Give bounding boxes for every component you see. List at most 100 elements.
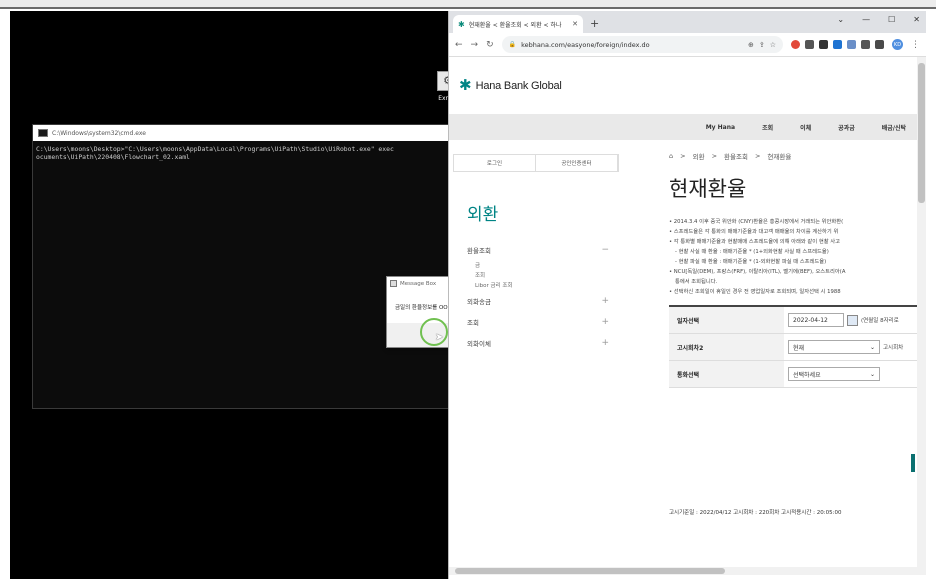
tab-current[interactable]: ✱ 현재환율 < 환율조회 < 외환 < 하나 ✕ bbox=[453, 15, 583, 33]
top-bar bbox=[0, 0, 936, 9]
nav-list: 환율조회 − 금 조회 Libor 금리 조회 외화송금 + 조회 + 외화이체 + bbox=[453, 239, 619, 353]
scroll-thumb[interactable] bbox=[918, 63, 925, 203]
hana-favicon-icon: ✱ bbox=[458, 19, 465, 29]
search-form: 일자선택 2022-04-12 (연월일 8자리로 고시회차2 현재 ⌄ 고시회차 bbox=[669, 305, 926, 388]
extension-icon[interactable] bbox=[791, 40, 800, 49]
extension-icon[interactable] bbox=[847, 40, 856, 49]
round-hint: 고시회차 bbox=[883, 345, 904, 351]
puzzle-icon[interactable] bbox=[861, 40, 870, 49]
extension-icon[interactable] bbox=[819, 40, 828, 49]
notice-item: - 현찰 사실 때 환율 : 매매기준율 * (1+외화현찰 사실 때 스프레드… bbox=[675, 249, 829, 255]
maximize-icon[interactable]: ☐ bbox=[888, 15, 895, 24]
profile-avatar[interactable]: KD bbox=[892, 39, 903, 50]
nav-item[interactable]: 조회 + bbox=[453, 311, 619, 332]
browser-window: ✱ 현재환율 < 환율조회 < 외환 < 하나 ✕ + ⌄ — ☐ ✕ ← → … bbox=[448, 11, 926, 579]
home-icon[interactable]: ⌂ bbox=[669, 152, 673, 160]
close-tab-icon[interactable]: ✕ bbox=[572, 20, 578, 28]
round-select[interactable]: 현재 ⌄ bbox=[788, 340, 880, 354]
notice-item: • 각 통화별 매매기준율과 현찰매매 스프레드율에 의해 아래와 같이 현찰 … bbox=[669, 239, 841, 245]
login-tab[interactable]: 로그인 bbox=[454, 155, 536, 171]
expand-icon[interactable]: + bbox=[601, 317, 609, 327]
cmd-output[interactable]: C:\Users\moons\Desktop>"C:\Users\moons\A… bbox=[33, 141, 451, 165]
nav-subitem[interactable]: Libor 금리 조회 bbox=[453, 280, 619, 290]
tab-bar: ✱ 현재환율 < 환율조회 < 외환 < 하나 ✕ + ⌄ — ☐ ✕ bbox=[449, 11, 926, 33]
expand-icon[interactable]: + bbox=[601, 338, 609, 348]
nav-subitem[interactable]: 조회 bbox=[453, 270, 619, 280]
share-icon[interactable]: ⇪ bbox=[759, 41, 765, 49]
left-nav: 로그인 공인인증센터 외환 환율조회 − 금 조회 Libor 금리 조회 외화송… bbox=[453, 154, 619, 353]
gnb-item[interactable]: 공과금 bbox=[838, 123, 855, 132]
notice-item: • NCU[독일(DEM), 프랑스(FRF), 이탈리아(ITL), 벨기에(… bbox=[669, 269, 846, 275]
search-button[interactable] bbox=[911, 454, 915, 472]
horizontal-scrollbar[interactable] bbox=[449, 567, 918, 575]
global-nav: My Hana 조회 이체 공과금 배금/신탁 bbox=[449, 114, 926, 140]
date-input[interactable]: 2022-04-12 bbox=[788, 313, 844, 327]
section-title: 외환 bbox=[467, 205, 499, 225]
site-header: ✱ Hana Bank Global bbox=[449, 57, 926, 114]
extension-icon[interactable] bbox=[833, 40, 842, 49]
reload-icon[interactable]: ↻ bbox=[486, 40, 494, 50]
notice-item: 통에서 조회됩니다. bbox=[675, 279, 718, 285]
gnb-item[interactable]: 이체 bbox=[800, 123, 811, 132]
minimize-icon[interactable]: — bbox=[862, 15, 870, 24]
nav-item-label: 외화송금 bbox=[467, 297, 491, 306]
breadcrumb-item[interactable]: 환율조회 bbox=[724, 151, 748, 161]
breadcrumb: ⌂ > 외환 > 환율조회 > 현재환율 bbox=[669, 151, 926, 161]
notice-item: • 선택하신 조회일이 휴일인 경우 전 영업일자로 조회되며, 일자선택 시 … bbox=[669, 289, 841, 295]
form-row: 고시회차2 현재 ⌄ 고시회차 bbox=[669, 334, 926, 361]
gnb-item[interactable]: 배금/신탁 bbox=[882, 123, 906, 132]
back-icon[interactable]: ← bbox=[455, 40, 463, 50]
cmd-window[interactable]: C:\Windows\system32\cmd.exe C:\Users\moo… bbox=[32, 124, 452, 409]
date-field-group: 2022-04-12 (연월일 8자리로 bbox=[784, 307, 926, 333]
cmd-title: C:\Windows\system32\cmd.exe bbox=[52, 129, 146, 137]
nav-subitem[interactable]: 금 bbox=[453, 260, 619, 270]
app-icon bbox=[390, 280, 397, 287]
star-icon[interactable]: ☆ bbox=[770, 41, 776, 49]
breadcrumb-sep: > bbox=[680, 152, 686, 160]
scroll-thumb[interactable] bbox=[455, 568, 725, 574]
nav-item-label: 외화이체 bbox=[467, 339, 491, 348]
notice-item: • 스프레드율은 각 통화의 매매기준율과 대고객 매매율의 차이를 계산하기 … bbox=[669, 229, 839, 235]
extension-icon[interactable] bbox=[805, 40, 814, 49]
new-tab-icon[interactable]: + bbox=[590, 17, 599, 30]
address-row: ← → ↻ 🔒 kebhana.com/easyone/foreign/inde… bbox=[449, 33, 926, 57]
calendar-icon[interactable] bbox=[847, 314, 858, 326]
side-panel-icon[interactable] bbox=[875, 40, 884, 49]
nav-item[interactable]: 환율조회 − bbox=[453, 239, 619, 260]
expand-icon[interactable]: + bbox=[601, 296, 609, 306]
zoom-icon[interactable]: ⊕ bbox=[748, 41, 754, 49]
web-page: ✱ Hana Bank Global My Hana 조회 이체 공과금 배금/… bbox=[449, 57, 926, 575]
cert-center-tab[interactable]: 공인인증센터 bbox=[536, 155, 618, 171]
vertical-scrollbar[interactable] bbox=[917, 57, 926, 575]
lock-icon[interactable]: 🔒 bbox=[509, 41, 516, 48]
close-icon[interactable]: ✕ bbox=[913, 15, 920, 24]
site-logo[interactable]: Hana Bank Global bbox=[476, 80, 562, 92]
page-title: 현재환율 bbox=[669, 177, 747, 201]
nav-item[interactable]: 외화송금 + bbox=[453, 290, 619, 311]
notice-footer: 고시기준일 : 2022/04/12 고시회차 : 220회차 고시적용시간 :… bbox=[669, 510, 842, 516]
currency-select-value: 선택하세요 bbox=[793, 371, 821, 379]
currency-select[interactable]: 선택하세요 ⌄ bbox=[788, 367, 880, 381]
gnb-item[interactable]: My Hana bbox=[706, 124, 735, 131]
login-tabs: 로그인 공인인증센터 bbox=[453, 154, 619, 172]
round-select-value: 현재 bbox=[793, 344, 805, 352]
chevron-down-icon: ⌄ bbox=[869, 343, 875, 351]
breadcrumb-item[interactable]: 외환 bbox=[693, 151, 705, 161]
menu-icon[interactable]: ⋮ bbox=[911, 40, 920, 50]
forward-icon[interactable]: → bbox=[471, 40, 479, 50]
nav-item-label: 환율조회 bbox=[467, 246, 491, 255]
tab-title: 현재환율 < 환율조회 < 외환 < 하나 bbox=[468, 21, 562, 29]
notice-item: - 현찰 파실 때 환율 : 매매기준율 * (1-외화현찰 파실 때 스프레드… bbox=[675, 259, 827, 265]
chevron-down-icon[interactable]: ⌄ bbox=[837, 15, 844, 24]
gnb-item[interactable]: 조회 bbox=[762, 123, 773, 132]
breadcrumb-sep: > bbox=[711, 152, 718, 160]
nav-item[interactable]: 외화이체 + bbox=[453, 332, 619, 353]
address-bar[interactable]: 🔒 kebhana.com/easyone/foreign/index.do ⊕… bbox=[501, 36, 783, 53]
hana-logo-icon[interactable]: ✱ bbox=[459, 78, 472, 93]
collapse-icon[interactable]: − bbox=[601, 245, 609, 255]
round-field-group: 현재 ⌄ 고시회차 bbox=[784, 334, 926, 360]
cmd-titlebar[interactable]: C:\Windows\system32\cmd.exe bbox=[33, 125, 451, 141]
window-controls: ⌄ — ☐ ✕ bbox=[837, 15, 920, 24]
cursor-icon: ➤ bbox=[435, 332, 444, 343]
form-row: 통화선택 선택하세요 ⌄ bbox=[669, 361, 926, 388]
